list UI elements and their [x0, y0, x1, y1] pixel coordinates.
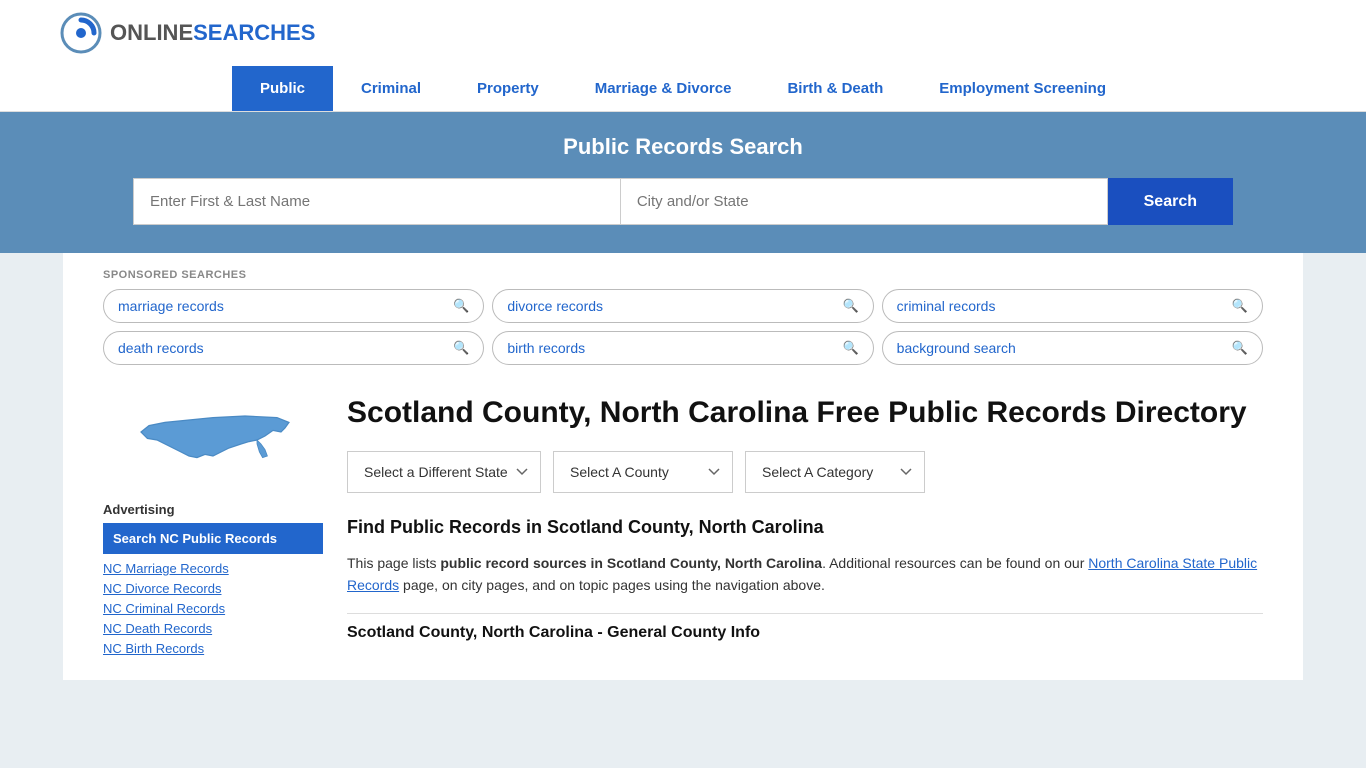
- search-button[interactable]: Search: [1108, 178, 1233, 225]
- description-text: This page lists public record sources in…: [347, 552, 1263, 597]
- nav-property[interactable]: Property: [449, 66, 567, 111]
- desc-bold: public record sources in Scotland County…: [440, 555, 822, 571]
- sponsored-label: SPONSORED SEARCHES: [103, 269, 1263, 281]
- search-icon-background: 🔍: [1232, 340, 1248, 356]
- sidebar-link-marriage[interactable]: NC Marriage Records: [103, 561, 229, 576]
- nav: Public Criminal Property Marriage & Divo…: [0, 66, 1366, 112]
- dropdowns-row: Select a Different State Select A County…: [347, 451, 1263, 493]
- nav-criminal[interactable]: Criminal: [333, 66, 449, 111]
- category-dropdown[interactable]: Select A Category: [745, 451, 925, 493]
- content-layout: Advertising Search NC Public Records NC …: [103, 375, 1263, 680]
- header: ONLINESEARCHES: [0, 0, 1366, 66]
- search-icon-divorce: 🔍: [842, 298, 858, 314]
- county-dropdown[interactable]: Select A County: [553, 451, 733, 493]
- desc-part3: page, on city pages, and on topic pages …: [399, 577, 825, 593]
- main-container: SPONSORED SEARCHES marriage records 🔍 di…: [63, 253, 1303, 680]
- search-form: Search: [133, 178, 1233, 225]
- search-banner-title: Public Records Search: [40, 134, 1326, 160]
- sponsored-birth[interactable]: birth records 🔍: [492, 331, 873, 365]
- advertising-label: Advertising: [103, 502, 323, 517]
- main-content: Scotland County, North Carolina Free Pub…: [347, 395, 1263, 660]
- find-records-title: Find Public Records in Scotland County, …: [347, 517, 1263, 538]
- location-input[interactable]: [620, 178, 1108, 225]
- state-map-area: [103, 395, 323, 488]
- nav-public[interactable]: Public: [232, 66, 333, 111]
- name-input[interactable]: [133, 178, 620, 225]
- search-icon-criminal: 🔍: [1232, 298, 1248, 314]
- nav-marriage-divorce[interactable]: Marriage & Divorce: [567, 66, 760, 111]
- state-dropdown[interactable]: Select a Different State: [347, 451, 541, 493]
- sponsored-section: SPONSORED SEARCHES marriage records 🔍 di…: [103, 253, 1263, 375]
- logo-text: ONLINESEARCHES: [110, 20, 315, 46]
- section-divider: [347, 613, 1263, 614]
- section-subtitle: Scotland County, North Carolina - Genera…: [347, 624, 1263, 642]
- nc-state-map: [133, 395, 293, 485]
- logo-icon: [60, 12, 102, 54]
- nav-birth-death[interactable]: Birth & Death: [759, 66, 911, 111]
- ad-block[interactable]: Search NC Public Records: [103, 523, 323, 554]
- search-banner: Public Records Search Search: [0, 112, 1366, 253]
- page-title: Scotland County, North Carolina Free Pub…: [347, 395, 1263, 431]
- sidebar-link-divorce[interactable]: NC Divorce Records: [103, 581, 221, 596]
- desc-part2: . Additional resources can be found on o…: [822, 555, 1088, 571]
- search-icon-birth: 🔍: [842, 340, 858, 356]
- sidebar-link-criminal[interactable]: NC Criminal Records: [103, 601, 225, 616]
- sponsored-background[interactable]: background search 🔍: [882, 331, 1263, 365]
- advertising-section: Advertising Search NC Public Records NC …: [103, 502, 323, 656]
- sidebar-link-death[interactable]: NC Death Records: [103, 621, 212, 636]
- search-icon-death: 🔍: [453, 340, 469, 356]
- sidebar-links: NC Marriage Records NC Divorce Records N…: [103, 560, 323, 656]
- desc-part1: This page lists: [347, 555, 440, 571]
- search-icon-marriage: 🔍: [453, 298, 469, 314]
- sponsored-grid: marriage records 🔍 divorce records 🔍 cri…: [103, 289, 1263, 365]
- logo: ONLINESEARCHES: [60, 12, 320, 54]
- nav-employment[interactable]: Employment Screening: [911, 66, 1134, 111]
- sponsored-divorce[interactable]: divorce records 🔍: [492, 289, 873, 323]
- sponsored-criminal[interactable]: criminal records 🔍: [882, 289, 1263, 323]
- sidebar-link-birth[interactable]: NC Birth Records: [103, 641, 204, 656]
- sponsored-death[interactable]: death records 🔍: [103, 331, 484, 365]
- sidebar: Advertising Search NC Public Records NC …: [103, 395, 323, 660]
- sponsored-marriage[interactable]: marriage records 🔍: [103, 289, 484, 323]
